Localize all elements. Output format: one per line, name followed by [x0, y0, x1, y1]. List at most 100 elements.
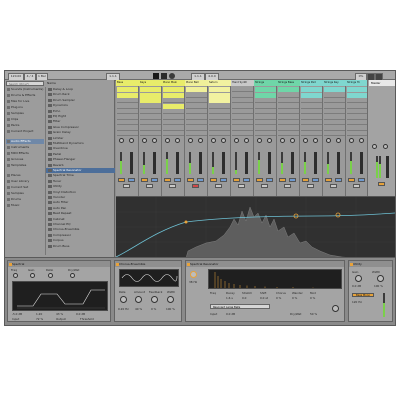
- master-fader[interactable]: [386, 156, 389, 178]
- volume-fader[interactable]: [291, 152, 294, 174]
- clip-slot-empty[interactable]: [324, 93, 345, 98]
- browser-file-item[interactable]: EQ Eight: [46, 114, 115, 119]
- volume-fader[interactable]: [268, 152, 271, 174]
- clip-slot-empty[interactable]: [232, 131, 253, 136]
- browser-file-item[interactable]: Compressor: [46, 233, 115, 238]
- solo-button[interactable]: [266, 178, 273, 182]
- send-a-knob[interactable]: [349, 138, 354, 143]
- device-title[interactable]: Spectral Resonator: [186, 261, 344, 267]
- browser-file-item[interactable]: Beat Repeat: [46, 211, 115, 216]
- volume-fader[interactable]: [222, 152, 225, 174]
- preset-selector[interactable]: Resonant Large Bells: [210, 304, 270, 309]
- clip-slot-empty[interactable]: [117, 120, 138, 125]
- browser-file-item[interactable]: Vocoder: [46, 195, 115, 200]
- arm-button[interactable]: [238, 184, 245, 188]
- solo-button[interactable]: [220, 178, 227, 182]
- solo-button[interactable]: [289, 178, 296, 182]
- device-title[interactable]: Chorus-Ensemble: [115, 261, 181, 267]
- clip-slot-empty[interactable]: [324, 120, 345, 125]
- clip-slot-filled[interactable]: [324, 87, 345, 92]
- clip-slot-empty[interactable]: [324, 126, 345, 131]
- clip-slot-empty[interactable]: [347, 109, 368, 114]
- bass-mono-button[interactable]: Bass Mono: [352, 293, 374, 297]
- arm-button[interactable]: [169, 184, 176, 188]
- clip-slot-filled[interactable]: [163, 103, 184, 109]
- browser-file-item[interactable]: Spectral Time: [46, 173, 115, 178]
- device-title[interactable]: Utility: [349, 261, 392, 267]
- track-header[interactable]: Strings Key: [323, 80, 346, 86]
- arm-button[interactable]: [353, 184, 360, 188]
- pan-knob[interactable]: [244, 138, 249, 143]
- clip-slot-empty[interactable]: [232, 126, 253, 131]
- track-activator-button[interactable]: [302, 178, 309, 182]
- track-activator-button[interactable]: [210, 178, 217, 182]
- clip-slot-filled[interactable]: [301, 87, 322, 92]
- clip-slot-empty[interactable]: [324, 98, 345, 103]
- browser-file-item[interactable]: Filter: [46, 119, 115, 124]
- browser-file-item[interactable]: Grain Delay: [46, 130, 115, 135]
- browser-file-item[interactable]: Drum Buss: [46, 244, 115, 249]
- clip-slot-filled[interactable]: [209, 87, 230, 92]
- clip-slot-empty[interactable]: [117, 115, 138, 120]
- clip-slot-filled[interactable]: [301, 92, 322, 98]
- param-value[interactable]: 0.0 dB: [352, 284, 361, 288]
- param-value[interactable]: 40 %: [135, 307, 142, 311]
- param-value[interactable]: 0.0 dB: [76, 312, 85, 316]
- clip-slot-empty[interactable]: [163, 131, 184, 136]
- dry-wet-knob[interactable]: [332, 305, 339, 312]
- clip-slot-empty[interactable]: [278, 109, 299, 114]
- browser-category[interactable]: Audio Effects: [6, 139, 44, 144]
- track-activator-button[interactable]: [233, 178, 240, 182]
- browser-category[interactable]: Current Set: [6, 185, 44, 190]
- param-value[interactable]: 0 %: [276, 296, 281, 300]
- param-value[interactable]: 1.6 s: [226, 296, 233, 300]
- send-a-knob[interactable]: [165, 138, 170, 143]
- spectrum-graph[interactable]: [115, 197, 395, 259]
- clip-slot-filled[interactable]: [347, 92, 368, 98]
- gain-knob[interactable]: [30, 273, 35, 278]
- volume-fader[interactable]: [153, 152, 156, 174]
- clip-slot-empty[interactable]: [209, 104, 230, 109]
- track-header[interactable]: Strings: [254, 80, 277, 86]
- clip-slot-empty[interactable]: [186, 93, 207, 98]
- browser-file-item[interactable]: Echo: [46, 109, 115, 114]
- width-knob[interactable]: [377, 275, 384, 282]
- clip-slot-filled[interactable]: [140, 92, 161, 98]
- rate-knob[interactable]: [120, 296, 127, 303]
- browser-file-item[interactable]: Channel EQ: [46, 222, 115, 227]
- clip-slot-filled[interactable]: [255, 87, 276, 92]
- master-solo-button[interactable]: [378, 182, 385, 186]
- param-value[interactable]: 100 %: [374, 284, 383, 288]
- track-header[interactable]: Saturn: [208, 80, 231, 86]
- track-header[interactable]: Strings Hi: [346, 80, 369, 86]
- send-a-knob[interactable]: [234, 138, 239, 143]
- browser-file-item[interactable]: Delay & Loop: [46, 87, 115, 92]
- clip-slot-empty[interactable]: [301, 120, 322, 125]
- volume-fader[interactable]: [360, 152, 363, 174]
- arm-button[interactable]: [192, 184, 199, 188]
- clip-slot-empty[interactable]: [278, 93, 299, 98]
- clip-slot-empty[interactable]: [140, 131, 161, 136]
- browser-category[interactable]: Max for Live: [6, 99, 44, 104]
- clip-slot-empty[interactable]: [186, 98, 207, 103]
- param-value[interactable]: 0 %: [292, 296, 297, 300]
- browser-file-item[interactable]: Tuner: [46, 179, 115, 184]
- browser-category[interactable]: Clips: [6, 117, 44, 122]
- send-a-knob[interactable]: [211, 138, 216, 143]
- send-a-knob[interactable]: [257, 138, 262, 143]
- browser-category[interactable]: Instruments: [6, 145, 44, 150]
- clip-slot-empty[interactable]: [140, 126, 161, 131]
- browser-file-item[interactable]: Cabinet: [46, 217, 115, 222]
- clip-slot-empty[interactable]: [186, 109, 207, 114]
- clip-slot-empty[interactable]: [347, 126, 368, 131]
- clip-slot-empty[interactable]: [255, 115, 276, 120]
- solo-button[interactable]: [128, 178, 135, 182]
- solo-button[interactable]: [335, 178, 342, 182]
- gain-knob[interactable]: [355, 275, 362, 282]
- param-value[interactable]: 0.0 st: [260, 296, 268, 300]
- track-activator-button[interactable]: [279, 178, 286, 182]
- clip-slot-empty[interactable]: [232, 120, 253, 125]
- browser-file-item[interactable]: Reverb: [46, 163, 115, 168]
- master-track-header[interactable]: Master: [369, 80, 395, 86]
- browser-file-item[interactable]: Drum Sampler: [46, 98, 115, 103]
